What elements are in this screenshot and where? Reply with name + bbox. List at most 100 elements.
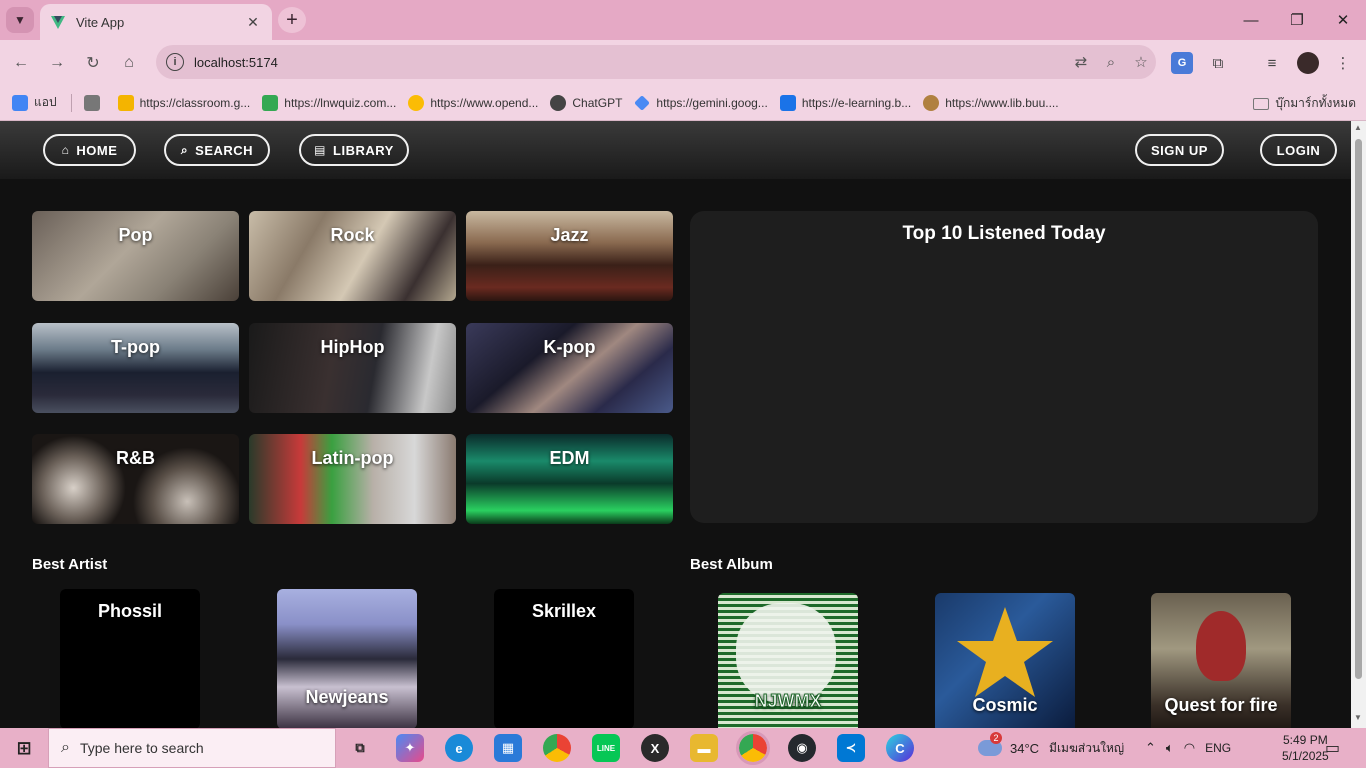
url-text: localhost:5174 bbox=[194, 54, 278, 70]
lnwquiz-icon bbox=[262, 94, 279, 111]
grid-icon bbox=[83, 94, 100, 111]
genre-tile-edm[interactable]: EDM bbox=[466, 434, 673, 524]
xbox-icon[interactable]: X bbox=[641, 734, 669, 762]
album-card-njwmx[interactable]: NJWMX bbox=[718, 593, 858, 728]
profile-avatar[interactable] bbox=[1297, 52, 1319, 74]
genre-tile-pop[interactable]: Pop bbox=[32, 211, 239, 301]
home-nav-button[interactable]: ⌂ HOME bbox=[43, 134, 136, 166]
browser-toolbar: ← → ↻ ⌂ i localhost:5174 ⇄ ⌕ ☆ G ⧉ ≡ ⋮ bbox=[0, 40, 1366, 85]
file-explorer-icon[interactable]: ▬ bbox=[690, 734, 718, 762]
artist-card-newjeans[interactable]: Newjeans bbox=[277, 589, 417, 728]
genre-tile-kpop[interactable]: K-pop bbox=[466, 323, 673, 413]
elearning-icon bbox=[779, 94, 796, 111]
media-control-icon[interactable]: ≡ bbox=[1261, 52, 1283, 74]
album-art-bunny bbox=[736, 603, 836, 703]
all-bookmarks[interactable]: บุ๊กมาร์กทั้งหมด bbox=[1253, 94, 1356, 113]
scrollbar-thumb[interactable] bbox=[1355, 139, 1362, 679]
browser-tab[interactable]: Vite App ✕ bbox=[40, 4, 272, 40]
edge-icon[interactable]: e bbox=[445, 734, 473, 762]
search-icon: ⌕ bbox=[61, 739, 70, 756]
notifications-icon[interactable]: ▭ bbox=[1325, 728, 1340, 768]
google-translate-extension-icon[interactable]: G bbox=[1171, 52, 1193, 74]
best-artist-title: Best Artist bbox=[32, 556, 108, 573]
classroom-icon bbox=[117, 94, 134, 111]
chrome-icon[interactable] bbox=[543, 734, 571, 762]
taskbar-search[interactable]: ⌕ Type here to search bbox=[48, 728, 336, 768]
window-close-button[interactable]: ✕ bbox=[1320, 0, 1366, 40]
site-info-icon[interactable]: i bbox=[166, 53, 184, 71]
bookmark-tab-groups[interactable] bbox=[83, 94, 106, 111]
login-button[interactable]: LOGIN bbox=[1260, 134, 1337, 166]
artist-card-skrillex[interactable]: Skrillex bbox=[494, 589, 634, 728]
bookmark-opend[interactable]: https://www.opend... bbox=[408, 94, 538, 111]
clock[interactable]: 5:49 PM 5/1/2025 bbox=[1282, 728, 1329, 768]
genre-tile-tpop[interactable]: T-pop bbox=[32, 323, 239, 413]
weather-widget[interactable]: 2 34°C มีเมฆส่วนใหญ่ bbox=[978, 728, 1124, 768]
bookmark-lnwquiz[interactable]: https://lnwquiz.com... bbox=[262, 94, 396, 111]
page-scrollbar[interactable]: ▲ ▼ bbox=[1351, 121, 1366, 728]
search-nav-button[interactable]: ⌕ SEARCH bbox=[164, 134, 270, 166]
scroll-up-icon[interactable]: ▲ bbox=[1354, 123, 1362, 132]
bookmark-classroom[interactable]: https://classroom.g... bbox=[117, 94, 250, 111]
network-icon[interactable]: ◠ bbox=[1184, 740, 1195, 756]
app-viewport: ⌂ HOME ⌕ SEARCH ▤ LIBRARY SIGN UP LOGIN Pop… bbox=[0, 121, 1351, 728]
chevron-down-icon: ▼ bbox=[14, 13, 26, 27]
vscode-icon[interactable]: ≺ bbox=[837, 734, 865, 762]
album-card-quest-for-fire[interactable]: Quest for fire bbox=[1151, 593, 1291, 728]
bookmark-gemini[interactable]: https://gemini.goog... bbox=[634, 94, 768, 111]
cloud-icon: 2 bbox=[978, 732, 1002, 756]
address-bar[interactable]: i localhost:5174 ⇄ ⌕ ☆ bbox=[156, 45, 1156, 79]
bookmark-apps[interactable]: แอป bbox=[12, 93, 57, 112]
extensions-icon[interactable]: ⧉ bbox=[1207, 52, 1229, 74]
minimize-button[interactable]: — bbox=[1228, 0, 1274, 40]
search-icon: ⌕ bbox=[180, 142, 189, 157]
translate-icon[interactable]: ⇄ bbox=[1066, 53, 1096, 71]
lib-buu-icon bbox=[923, 94, 940, 111]
apps-grid-icon bbox=[12, 94, 28, 111]
windows-taskbar: ⊞ ⌕ Type here to search ⧉ ✦ e ▦ LINE X ▬… bbox=[0, 728, 1366, 768]
menu-icon[interactable]: ⋮ bbox=[1332, 52, 1354, 74]
genre-tile-latinpop[interactable]: Latin-pop bbox=[249, 434, 456, 524]
library-icon: ▤ bbox=[314, 143, 327, 157]
chrome-active-icon[interactable] bbox=[736, 731, 770, 765]
signup-button[interactable]: SIGN UP bbox=[1135, 134, 1224, 166]
album-card-cosmic[interactable]: Cosmic bbox=[935, 593, 1075, 728]
copilot-icon[interactable]: ✦ bbox=[396, 734, 424, 762]
genre-tile-jazz[interactable]: Jazz bbox=[466, 211, 673, 301]
bookmark-star-icon[interactable]: ☆ bbox=[1126, 53, 1156, 71]
line-icon[interactable]: LINE bbox=[592, 734, 620, 762]
genre-tile-rock[interactable]: Rock bbox=[249, 211, 456, 301]
bookmark-lib-buu[interactable]: https://www.lib.buu.... bbox=[923, 94, 1059, 111]
bookmark-elearning[interactable]: https://e-learning.b... bbox=[779, 94, 911, 111]
vite-logo-icon bbox=[51, 16, 65, 29]
new-tab-button[interactable]: + bbox=[278, 7, 306, 33]
genre-tile-hiphop[interactable]: HipHop bbox=[249, 323, 456, 413]
best-album-title: Best Album bbox=[690, 556, 773, 573]
back-button[interactable]: ← bbox=[8, 50, 34, 76]
weather-badge: 2 bbox=[990, 732, 1002, 744]
scroll-down-icon[interactable]: ▼ bbox=[1354, 713, 1362, 722]
canva-icon[interactable]: C bbox=[886, 734, 914, 762]
close-icon[interactable]: ✕ bbox=[244, 14, 262, 31]
star-icon bbox=[957, 607, 1053, 697]
bookmark-chatgpt[interactable]: ChatGPT bbox=[550, 94, 622, 111]
maximize-button[interactable]: ❐ bbox=[1274, 0, 1320, 40]
library-nav-button[interactable]: ▤ LIBRARY bbox=[299, 134, 409, 166]
reload-button[interactable]: ↻ bbox=[80, 50, 106, 76]
tab-search-button[interactable]: ▼ bbox=[6, 7, 34, 33]
zoom-icon[interactable]: ⌕ bbox=[1096, 54, 1126, 71]
tab-title: Vite App bbox=[76, 14, 125, 30]
github-icon[interactable]: ◉ bbox=[788, 734, 816, 762]
folder-icon bbox=[1253, 97, 1270, 110]
chevron-up-icon[interactable]: ⌃ bbox=[1145, 740, 1156, 756]
system-tray: ⌃ 🔈︎ ◠ ENG bbox=[1145, 728, 1231, 768]
artist-card-phossil[interactable]: Phossil bbox=[60, 589, 200, 728]
volume-icon[interactable]: 🔈︎ bbox=[1166, 740, 1174, 756]
forward-button[interactable]: → bbox=[44, 50, 70, 76]
task-view-icon[interactable]: ⧉ bbox=[346, 734, 374, 762]
store-icon[interactable]: ▦ bbox=[494, 734, 522, 762]
windows-start-icon[interactable]: ⊞ bbox=[10, 734, 38, 762]
home-button[interactable]: ⌂ bbox=[116, 50, 142, 76]
genre-tile-rnb[interactable]: R&B bbox=[32, 434, 239, 524]
language-indicator[interactable]: ENG bbox=[1205, 741, 1231, 755]
